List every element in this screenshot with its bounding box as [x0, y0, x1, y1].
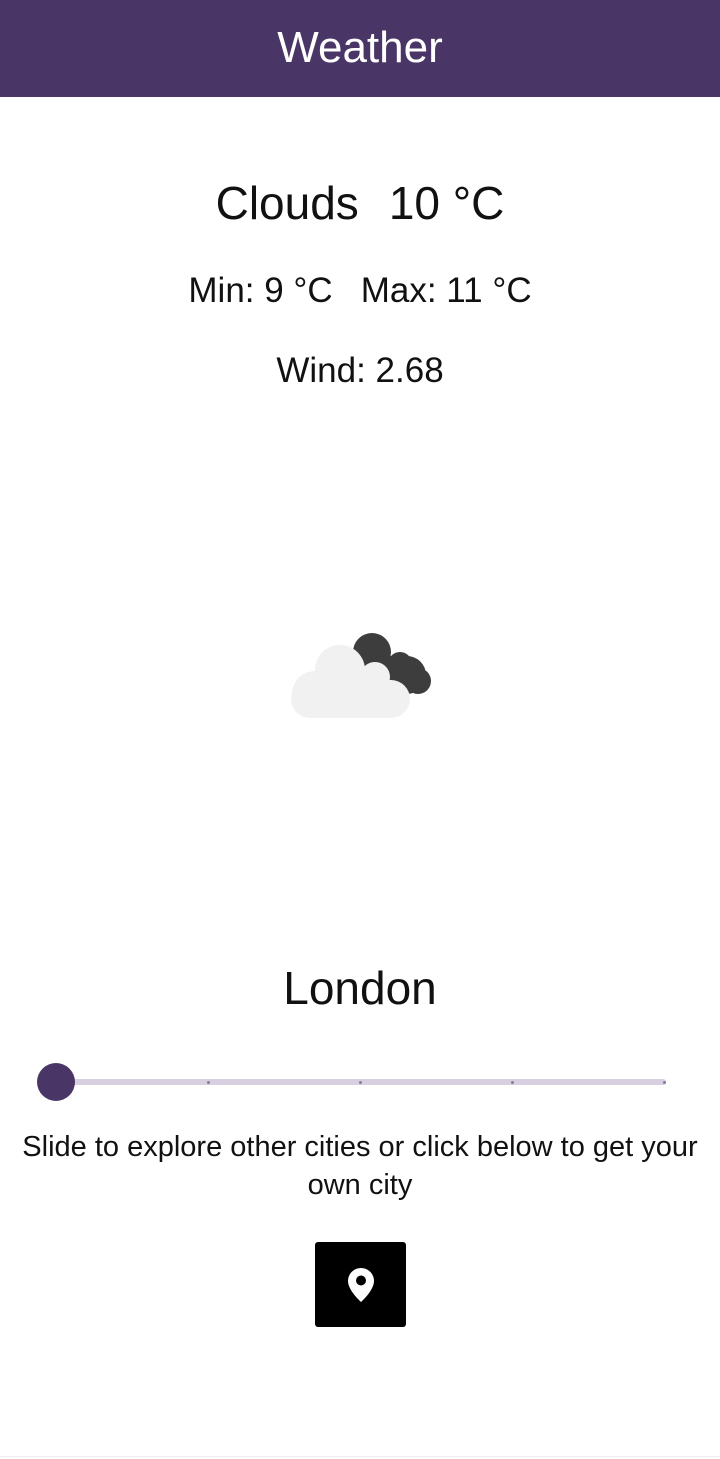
- slider-tick: [663, 1081, 666, 1084]
- city-slider[interactable]: [36, 1062, 676, 1102]
- weather-headline: Clouds 10 °C: [0, 176, 720, 230]
- clouds-icon: [288, 628, 434, 722]
- app-title: Weather: [277, 22, 443, 72]
- app-bar: Weather: [0, 0, 720, 97]
- slider-thumb[interactable]: [37, 1063, 75, 1101]
- wind-speed: Wind: 2.68: [276, 351, 444, 390]
- city-name: London: [283, 962, 437, 1014]
- hint-text: Slide to explore other cities or click b…: [22, 1131, 698, 1201]
- slider-tick: [359, 1081, 362, 1084]
- bottom-divider: [0, 1456, 720, 1457]
- slider-tick: [511, 1081, 514, 1084]
- weather-condition: Clouds: [215, 177, 359, 229]
- weather-app: Weather Clouds 10 °C Min: 9 °C Max: 11 °C …: [0, 0, 720, 1459]
- get-location-button[interactable]: [315, 1242, 406, 1327]
- max-temperature: Max: 11 °C: [360, 271, 532, 310]
- current-temperature: 10 °C: [388, 177, 505, 229]
- min-max-temperature: Min: 9 °C Max: 11 °C: [0, 270, 720, 312]
- slider-tick: [207, 1081, 210, 1084]
- location-pin-icon: [347, 1267, 374, 1302]
- min-temperature: Min: 9 °C: [188, 271, 333, 310]
